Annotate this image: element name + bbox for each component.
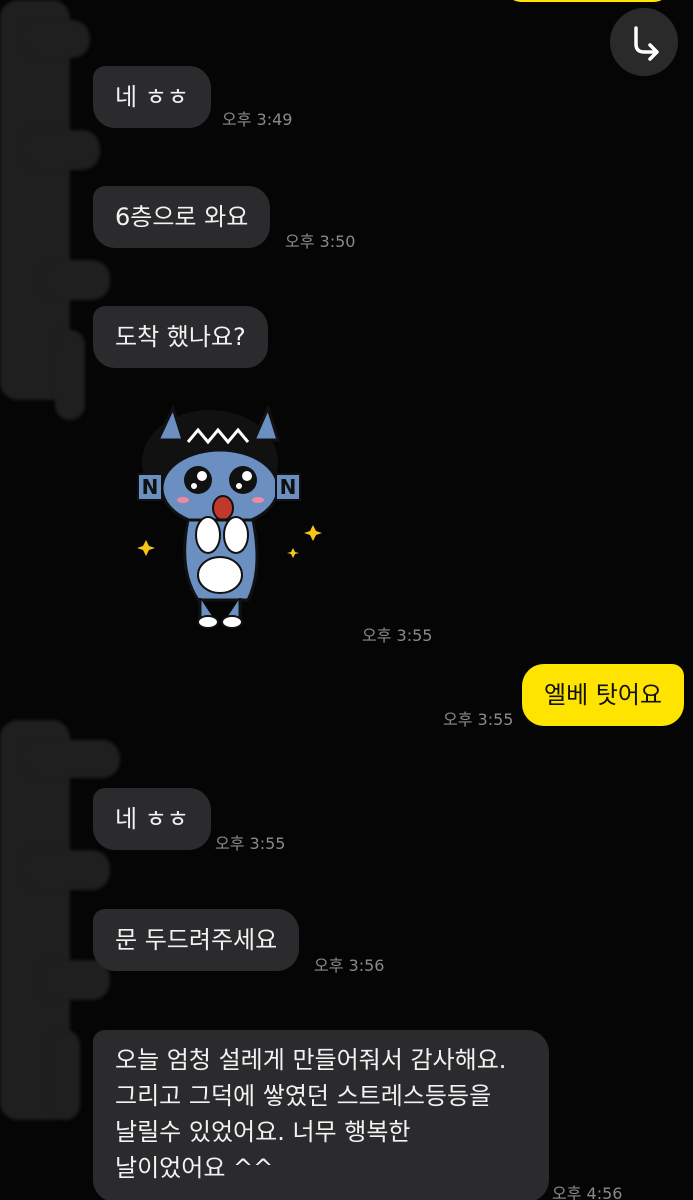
- message-time: 오후 3:55: [215, 834, 286, 853]
- sticker-earring-left: N: [142, 475, 159, 499]
- message-time: 오후 4:56: [552, 1184, 623, 1200]
- message-line: 날릴수 있었어요. 너무 행복한: [115, 1118, 411, 1146]
- message-time: 오후 3:55: [443, 710, 514, 729]
- incoming-message[interactable]: 6층으로 와요: [93, 186, 271, 248]
- chat-screen: 네 ㅎㅎ 오후 3:49 6층으로 와요 오후 3:50 도착 했나요? N N…: [0, 0, 693, 1200]
- share-forward-icon: [634, 26, 659, 61]
- outgoing-message[interactable]: 엘베 탓어요: [522, 664, 685, 726]
- message-time: 오후 3:50: [285, 232, 356, 251]
- message-line: 오늘 엄청 설레게 만들어줘서 감사해요.: [115, 1046, 507, 1074]
- incoming-message[interactable]: 네 ㅎㅎ: [93, 66, 211, 128]
- kakao-neo-sticker-icon: N N: [137, 403, 322, 629]
- previous-outgoing-bubble: [505, 0, 670, 2]
- sticker-earring-right: N: [280, 475, 297, 499]
- message-time: 오후 3:49: [222, 110, 293, 129]
- message-line: 그리고 그덕에 쌓였던 스트레스등등을: [115, 1082, 492, 1110]
- incoming-message-multiline[interactable]: 오늘 엄청 설레게 만들어줘서 감사해요. 그리고 그덕에 쌓였던 스트레스등등…: [93, 1030, 549, 1200]
- message-time: 오후 3:55: [362, 626, 433, 645]
- incoming-message[interactable]: 문 두드려주세요: [93, 909, 300, 971]
- sticker-image[interactable]: N N: [128, 400, 328, 635]
- message-line: 날이었어요 ^^: [115, 1154, 274, 1182]
- incoming-message[interactable]: 도착 했나요?: [93, 306, 268, 368]
- incoming-message[interactable]: 네 ㅎㅎ: [93, 788, 211, 850]
- forward-button[interactable]: [610, 8, 678, 76]
- message-time: 오후 3:56: [314, 956, 385, 975]
